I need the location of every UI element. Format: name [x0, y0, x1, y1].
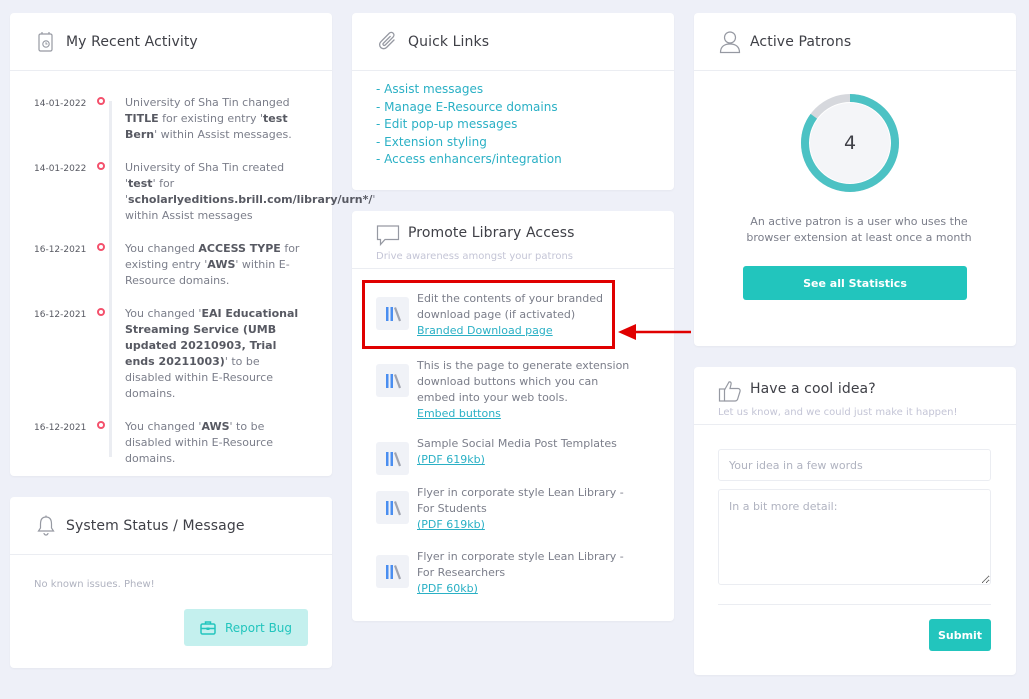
patron-count: 4 — [843, 132, 857, 154]
idea-divider — [718, 604, 991, 605]
recent-activity-card: My Recent Activity 14-01-2022 University … — [10, 13, 375, 476]
timeline-dot — [97, 97, 105, 105]
activity-text: You changed ACCESS TYPE for existing ent… — [125, 241, 307, 289]
quick-links-list: - Assist messages - Manage E-Resource dom… — [352, 71, 674, 179]
promote-item-text: This is the page to generate extension d… — [417, 359, 630, 404]
promote-card: Promote Library Access Drive awareness a… — [352, 211, 674, 621]
speech-bubble-icon — [376, 224, 400, 248]
cool-idea-subtitle: Let us know, and we could just make it h… — [718, 407, 958, 418]
user-icon — [718, 30, 742, 54]
quick-link[interactable]: - Manage E-Resource domains — [376, 99, 650, 117]
activity-date: 16-12-2021 — [34, 245, 87, 255]
paperclip-icon — [376, 30, 400, 54]
patrons-donut-chart: 4 — [800, 93, 900, 193]
timeline-dot — [97, 308, 105, 316]
library-books-icon — [376, 491, 409, 524]
recent-activity-title: My Recent Activity — [66, 33, 198, 50]
system-status-title: System Status / Message — [66, 517, 245, 534]
quick-links-card: Quick Links - Assist messages - Manage E-… — [352, 13, 674, 190]
activity-segment: ' within Assist messages. — [154, 128, 292, 141]
library-books-icon — [376, 555, 409, 588]
activity-item: 16-12-2021 You changed ACCESS TYPE for ex… — [34, 241, 308, 289]
promote-header: Promote Library Access Drive awareness a… — [352, 211, 674, 269]
activity-item: 14-01-2022 University of Sha Tin created … — [34, 160, 375, 224]
highlight-box — [362, 280, 615, 349]
promote-item-body: Sample Social Media Post Templates (PDF 6… — [417, 436, 637, 468]
activity-text: You changed 'AWS' to be disabled within … — [125, 419, 307, 467]
promote-item-link[interactable]: (PDF 619kb) — [417, 452, 637, 468]
activity-item: 14-01-2022 University of Sha Tin changed … — [34, 95, 308, 143]
activity-date: 16-12-2021 — [34, 423, 87, 433]
activity-highlight: AWS — [207, 258, 236, 271]
thumbs-up-icon — [718, 379, 742, 403]
promote-item-link[interactable]: (PDF 60kb) — [417, 581, 637, 597]
idea-detail-textarea[interactable] — [718, 489, 991, 585]
calendar-clock-icon — [34, 30, 58, 54]
library-books-icon — [376, 442, 409, 475]
promote-subtitle: Drive awareness amongst your patrons — [376, 251, 574, 262]
status-message: No known issues. Phew! — [34, 579, 155, 590]
active-patrons-title: Active Patrons — [750, 33, 852, 50]
promote-item-body: Flyer in corporate style Lean Library - … — [417, 549, 637, 597]
promote-item-text: Flyer in corporate style Lean Library - … — [417, 550, 624, 579]
cool-idea-header: Have a cool idea? Let us know, and we co… — [694, 367, 1016, 425]
activity-text: University of Sha Tin created 'test' for… — [125, 160, 375, 224]
cool-idea-title: Have a cool idea? — [750, 381, 876, 397]
timeline-dot — [97, 421, 105, 429]
promote-item: This is the page to generate extension d… — [376, 358, 637, 422]
highlight-arrow — [618, 324, 691, 340]
quick-links-title: Quick Links — [408, 33, 490, 50]
activity-date: 16-12-2021 — [34, 310, 87, 320]
activity-item: 16-12-2021 You changed 'EAI Educational S… — [34, 306, 308, 402]
timeline-dot — [97, 243, 105, 251]
activity-text: University of Sha Tin changed TITLE for … — [125, 95, 307, 143]
activity-highlight: ACCESS TYPE — [198, 242, 281, 255]
quick-link[interactable]: - Access enhancers/integration — [376, 151, 650, 169]
bell-icon — [34, 514, 58, 538]
activity-highlight: test — [128, 177, 153, 190]
promote-item: Flyer in corporate style Lean Library - … — [376, 485, 637, 533]
activity-segment: University of Sha Tin changed — [125, 96, 290, 109]
system-status-card: System Status / Message No known issues.… — [10, 497, 332, 668]
quick-link[interactable]: - Edit pop-up messages — [376, 116, 650, 134]
activity-highlight: TITLE — [125, 112, 159, 125]
promote-title: Promote Library Access — [408, 225, 575, 241]
activity-segment: You changed — [125, 242, 199, 255]
activity-highlight: AWS — [201, 420, 230, 433]
activity-text: You changed 'EAI Educational Streaming S… — [125, 306, 307, 402]
promote-item-body: This is the page to generate extension d… — [417, 358, 637, 422]
recent-activity-header: My Recent Activity — [10, 13, 332, 71]
briefcase-icon — [200, 620, 216, 635]
promote-item-link[interactable]: (PDF 619kb) — [417, 517, 637, 533]
promote-item-link[interactable]: Embed buttons — [417, 406, 637, 422]
promote-item-text: Flyer in corporate style Lean Library - … — [417, 486, 624, 515]
quick-link[interactable]: - Extension styling — [376, 134, 650, 152]
see-all-statistics-button[interactable]: See all Statistics — [743, 266, 967, 300]
activity-item: 16-12-2021 You changed 'AWS' to be disabl… — [34, 419, 308, 467]
active-patrons-card: Active Patrons 4 An active patron is a u… — [694, 13, 1016, 346]
promote-item-text: Sample Social Media Post Templates — [417, 437, 617, 450]
quick-link[interactable]: - Assist messages — [376, 81, 650, 99]
active-patrons-header: Active Patrons — [694, 13, 1016, 71]
activity-segment: You changed ' — [125, 307, 202, 320]
activity-segment: You changed ' — [125, 420, 202, 433]
promote-item-body: Flyer in corporate style Lean Library - … — [417, 485, 637, 533]
quick-links-header: Quick Links — [352, 13, 674, 71]
cool-idea-card: Have a cool idea? Let us know, and we co… — [694, 367, 1016, 675]
report-bug-label: Report Bug — [224, 620, 293, 635]
activity-segment: for existing entry ' — [158, 112, 264, 125]
promote-item: Flyer in corporate style Lean Library - … — [376, 549, 637, 597]
activity-timeline: 14-01-2022 University of Sha Tin changed … — [10, 71, 375, 467]
system-status-header: System Status / Message — [10, 497, 332, 555]
promote-item: Sample Social Media Post Templates (PDF 6… — [376, 436, 637, 475]
activity-date: 14-01-2022 — [34, 164, 87, 174]
timeline-dot — [97, 162, 105, 170]
activity-highlight: scholarlyeditions.brill.com/library/urn*… — [128, 193, 373, 206]
submit-button[interactable]: Submit — [929, 619, 991, 651]
idea-short-input[interactable] — [718, 449, 991, 481]
report-bug-button[interactable]: Report Bug — [184, 609, 308, 646]
library-books-icon — [376, 364, 409, 397]
patron-description: An active patron is a user who uses the … — [746, 215, 972, 244]
activity-date: 14-01-2022 — [34, 99, 87, 109]
